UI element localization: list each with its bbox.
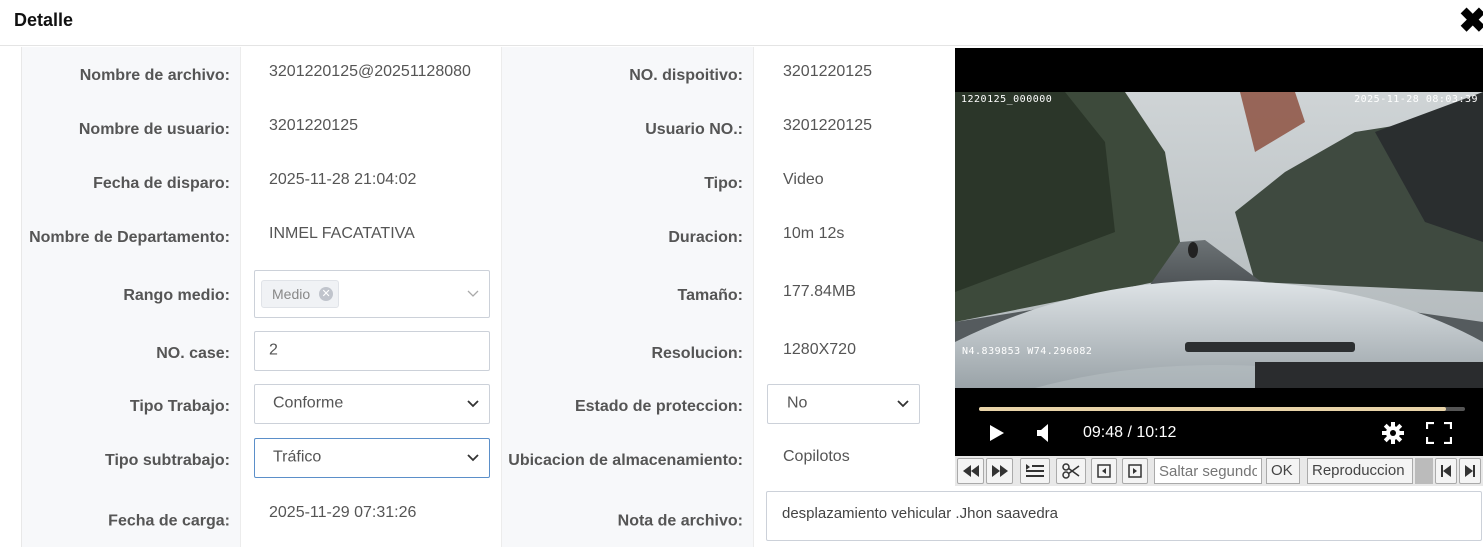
label-department: Nombre de Departamento: (29, 229, 230, 247)
label-file-name: Nombre de archivo: (80, 67, 230, 85)
case-no-input[interactable]: 2 (254, 331, 490, 371)
toolbar-scrollbar[interactable] (1415, 458, 1433, 484)
seek-ok-button[interactable]: OK (1266, 458, 1300, 484)
fast-forward-icon (992, 465, 1008, 477)
label-type: Tipo: (704, 175, 743, 193)
list-icon (1026, 464, 1044, 478)
value-size: 177.84MB (783, 283, 856, 301)
label-range: Rango medio: (123, 287, 230, 305)
label-case-no: NO. case: (156, 344, 230, 362)
next-frame-icon (1128, 464, 1142, 478)
volume-icon[interactable] (1036, 423, 1052, 443)
prev-frame-button[interactable] (1091, 458, 1117, 484)
value-department: INMEL FACATATIVA (269, 225, 415, 243)
range-multiselect[interactable]: Medio ✕ (254, 270, 490, 318)
prev-frame-icon (1097, 464, 1111, 478)
value-user-no: 3201220125 (783, 117, 872, 135)
label-trigger-date: Fecha de disparo: (93, 175, 230, 193)
video-progress-fill (979, 407, 1446, 411)
fullscreen-icon[interactable] (1426, 422, 1452, 444)
detail-row-case: NO. case: 2 Resolucion: 1280X720 (22, 325, 943, 379)
video-frame-image (955, 92, 1483, 388)
label-subwork-type: Tipo subtrabajo: (105, 452, 230, 470)
work-type-select[interactable]: Conforme (254, 384, 490, 424)
chevron-down-icon (467, 454, 479, 462)
value-duration: 10m 12s (783, 225, 844, 243)
label-resolution: Resolucion: (651, 344, 743, 362)
detail-row-work-type: Tipo Trabajo: Conforme Estado de protecc… (22, 378, 943, 433)
dialog-title: Detalle (14, 10, 73, 31)
detail-row-department: Nombre de Departamento: INMEL FACATATIVA… (22, 209, 943, 264)
label-user-no: Usuario NO.: (645, 121, 743, 139)
label-storage-location: Ubicacion de almacenamiento: (508, 452, 743, 470)
osd-device-id: 1220125_000000 (961, 94, 1052, 105)
detail-row-trigger: Fecha de disparo: 2025-11-28 21:04:02 Ti… (22, 155, 943, 210)
detail-row-user: Nombre de usuario: 3201220125 Usuario NO… (22, 101, 943, 156)
label-protection-state: Estado de proteccion: (575, 398, 743, 416)
detail-row-subwork: Tipo subtrabajo: Tráfico Ubicacion de al… (22, 432, 943, 487)
label-work-type: Tipo Trabajo: (130, 398, 230, 416)
chevron-down-icon (897, 400, 909, 408)
clip-button[interactable] (1056, 458, 1086, 484)
playback-toolbar: OK Reproduccion (955, 456, 1483, 486)
rewind-button[interactable] (957, 458, 984, 484)
detail-row-range: Rango medio: Medio ✕ Tamaño: 177.84MB (22, 263, 943, 326)
detail-row-file: Nombre de archivo: 3201220125@2025112808… (22, 47, 943, 102)
list-button[interactable] (1020, 458, 1050, 484)
skip-start-button[interactable] (1435, 458, 1457, 484)
video-time-display: 09:48 / 10:12 (1083, 424, 1176, 442)
skip-end-icon (1464, 465, 1476, 477)
video-player[interactable]: 1220125_000000 2025-11-28 08:03:39 N4.83… (955, 48, 1483, 456)
value-trigger-date: 2025-11-28 21:04:02 (269, 171, 416, 189)
playback-mode-button[interactable]: Reproduccion (1307, 458, 1413, 484)
label-file-note: Nota de archivo: (618, 512, 743, 530)
next-frame-button[interactable] (1122, 458, 1148, 484)
scissors-icon (1062, 463, 1080, 479)
label-duration: Duracion: (668, 229, 743, 247)
osd-timestamp: 2025-11-28 08:03:39 (1354, 94, 1478, 105)
seek-seconds-input[interactable] (1154, 458, 1262, 484)
label-user-name: Nombre de usuario: (79, 121, 230, 139)
value-resolution: 1280X720 (783, 341, 856, 359)
value-type: Video (783, 171, 824, 189)
value-file-name: 3201220125@20251128080 (269, 63, 471, 81)
value-device-no: 3201220125 (783, 63, 872, 81)
detail-table: Nombre de archivo: 3201220125@2025112808… (21, 47, 943, 547)
label-device-no: NO. dispoitivo: (629, 67, 743, 85)
label-upload-date: Fecha de carga: (108, 512, 230, 530)
chevron-down-icon (467, 290, 479, 298)
value-user-name: 3201220125 (269, 117, 358, 135)
osd-gps: N4.839853 W74.296082 (962, 346, 1092, 357)
value-upload-date: 2025-11-29 07:31:26 (269, 504, 416, 522)
play-icon[interactable] (989, 424, 1005, 442)
protection-state-select[interactable]: No (767, 384, 920, 424)
video-frame[interactable] (955, 92, 1483, 388)
rewind-icon (963, 465, 979, 477)
gear-icon[interactable] (1381, 421, 1405, 445)
chevron-down-icon (467, 400, 479, 408)
tag-remove-icon[interactable]: ✕ (319, 287, 333, 301)
close-icon[interactable]: ✖ (1459, 4, 1483, 38)
skip-end-button[interactable] (1459, 458, 1481, 484)
fast-forward-button[interactable] (986, 458, 1013, 484)
subwork-type-select[interactable]: Tráfico (254, 438, 490, 478)
label-size: Tamaño: (678, 287, 743, 305)
file-note-input[interactable]: desplazamiento vehicular .Jhon saavedra (766, 491, 1482, 541)
video-progress-bar[interactable] (979, 407, 1465, 411)
dialog-header: Detalle ✖ (0, 0, 1483, 46)
range-tag: Medio ✕ (261, 280, 339, 308)
skip-start-icon (1440, 465, 1452, 477)
value-storage-location: Copilotos (783, 448, 850, 466)
